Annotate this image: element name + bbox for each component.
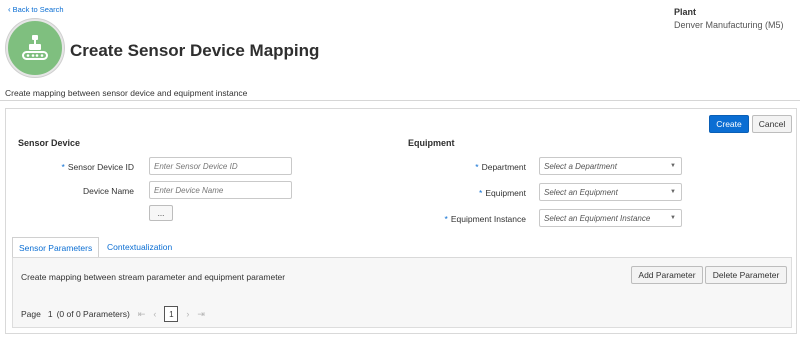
- tab-sensor-parameters[interactable]: Sensor Parameters: [12, 237, 100, 259]
- page-subtitle: Create mapping between sensor device and…: [5, 88, 248, 98]
- page-title: Create Sensor Device Mapping: [70, 41, 320, 60]
- caret-down-icon: ▼: [670, 189, 676, 195]
- back-to-search-link[interactable]: ‹ Back to Search: [8, 5, 64, 14]
- sensor-lookup-button[interactable]: ...: [149, 205, 173, 221]
- pagination: Page 1 (0 of 0 Parameters) ⇤ ‹ 1 › ⇥: [21, 306, 209, 322]
- previous-page-icon[interactable]: ‹: [153, 309, 156, 319]
- required-asterisk: *: [479, 188, 483, 198]
- last-page-icon[interactable]: ⇥: [197, 309, 205, 320]
- plant-info: Plant Denver Manufacturing (M5): [674, 7, 792, 30]
- department-select[interactable]: Select a Department ▼: [539, 157, 682, 175]
- next-page-icon[interactable]: ›: [186, 309, 189, 319]
- required-asterisk: *: [475, 162, 479, 172]
- add-parameter-button[interactable]: Add Parameter: [631, 266, 703, 284]
- plant-value: Denver Manufacturing (M5): [674, 20, 784, 30]
- page-number: 1: [47, 309, 53, 319]
- department-label: * Department: [426, 162, 526, 172]
- equipment-instance-label-text: Equipment Instance: [450, 214, 526, 224]
- equipment-label: * Equipment: [426, 188, 526, 198]
- department-label-text: Department: [481, 162, 526, 172]
- tab-contextualization[interactable]: Contextualization: [107, 242, 172, 252]
- header-divider: [0, 100, 800, 101]
- sensor-device-id-label: * Sensor Device ID: [46, 162, 134, 172]
- cancel-button[interactable]: Cancel: [752, 115, 792, 133]
- plant-label: Plant: [674, 7, 697, 17]
- equipment-select[interactable]: Select an Equipment ▼: [539, 183, 682, 201]
- conveyor-icon: [22, 35, 48, 60]
- create-button[interactable]: Create: [709, 115, 749, 133]
- page-avatar: [6, 19, 64, 77]
- equipment-label-text: Equipment: [485, 188, 526, 198]
- sensor-device-id-input[interactable]: Enter Sensor Device ID: [149, 157, 292, 175]
- sensor-device-id-label-text: Sensor Device ID: [67, 162, 134, 172]
- delete-parameter-button[interactable]: Delete Parameter: [705, 266, 787, 284]
- caret-down-icon: ▼: [670, 163, 676, 169]
- page-count-text: (0 of 0 Parameters): [56, 309, 130, 319]
- current-page-box[interactable]: 1: [164, 306, 179, 322]
- equipment-instance-label: * Equipment Instance: [406, 214, 526, 224]
- back-link-label: Back to Search: [12, 5, 64, 14]
- required-asterisk: *: [444, 214, 448, 224]
- parameters-description: Create mapping between stream parameter …: [21, 272, 286, 282]
- caret-down-icon: ▼: [670, 215, 676, 221]
- sensor-device-section-title: Sensor Device: [18, 138, 81, 148]
- equipment-section-title: Equipment: [408, 138, 455, 148]
- sensor-parameters-panel: Create mapping between stream parameter …: [12, 258, 792, 328]
- mapping-form-card: Create Cancel Sensor Device * Sensor Devi…: [5, 108, 797, 334]
- page-label: Page: [21, 309, 41, 319]
- equipment-instance-select[interactable]: Select an Equipment Instance ▼: [539, 209, 682, 227]
- device-name-label: Device Name: [82, 186, 134, 196]
- first-page-icon[interactable]: ⇤: [138, 309, 146, 320]
- equipment-instance-select-value: Select an Equipment Instance: [544, 213, 651, 223]
- required-asterisk: *: [61, 162, 65, 172]
- chevron-left-icon: ‹: [8, 4, 11, 14]
- equipment-select-value: Select an Equipment: [544, 187, 618, 197]
- device-name-input[interactable]: Enter Device Name: [149, 181, 292, 199]
- department-select-value: Select a Department: [544, 161, 617, 171]
